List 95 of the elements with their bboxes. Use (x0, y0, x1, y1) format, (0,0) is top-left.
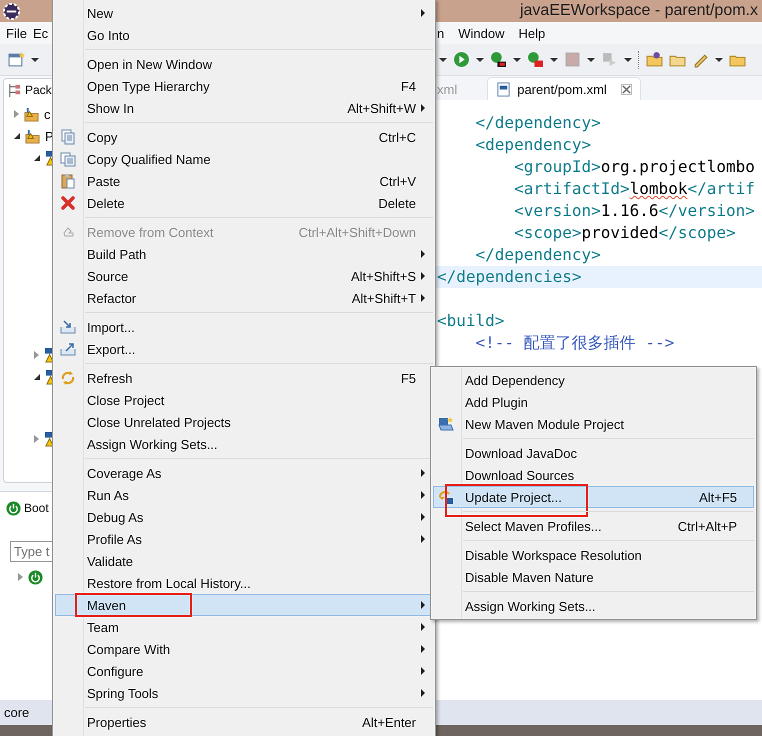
panel-title[interactable]: Boot (24, 501, 49, 515)
menu-item[interactable]: Delete Delete (55, 192, 433, 214)
panel-title[interactable]: Pack (25, 83, 52, 97)
menu-item[interactable]: Export... (55, 338, 433, 360)
export-icon (60, 341, 76, 357)
menu-item[interactable]: Add Plugin (433, 391, 754, 413)
code-line: <build> (436, 310, 506, 332)
maven-module-icon (438, 416, 454, 432)
import-icon (60, 319, 76, 335)
tree-item[interactable]: c (44, 106, 50, 122)
dropdown-caret-icon[interactable] (715, 58, 723, 62)
copy-icon (60, 129, 76, 145)
menu-item[interactable]: Close Project (55, 389, 433, 411)
menu-item[interactable]: Properties Alt+Enter (55, 711, 433, 733)
menu-item[interactable]: Assign Working Sets... (433, 595, 754, 617)
run-tool-icon[interactable] (527, 51, 544, 68)
project-icon[interactable] (24, 106, 39, 122)
menu-item[interactable]: Assign Working Sets... (55, 433, 433, 455)
menu-item[interactable]: Copy Ctrl+C (55, 126, 433, 148)
editor-tab[interactable]: parent/pom.xml (487, 77, 641, 100)
menu-item[interactable]: Select Maven Profiles... Ctrl+Alt+P (433, 515, 754, 537)
dropdown-caret-icon[interactable] (624, 58, 632, 62)
menu-item[interactable]: Disable Maven Nature (433, 566, 754, 588)
dropdown-caret-icon[interactable] (31, 58, 39, 62)
window-title: javaEEWorkspace - parent/pom.x (520, 2, 758, 20)
menu-item[interactable]: Validate (55, 550, 433, 572)
menu-item[interactable]: Go Into (55, 24, 433, 46)
expand-toggle-icon[interactable] (14, 110, 19, 118)
expand-toggle-icon[interactable] (34, 155, 40, 161)
menu-bar-item[interactable]: Ec (32, 26, 48, 40)
code-line: <dependency> (474, 134, 592, 156)
menu-item[interactable]: Coverage As (55, 462, 433, 484)
status-text: core (4, 705, 30, 720)
menu-item[interactable]: Paste Ctrl+V (55, 170, 433, 192)
menu-item[interactable]: Import... (55, 316, 433, 338)
menu-bar-item[interactable]: n (437, 26, 444, 40)
menu-bar-item[interactable]: Window (458, 26, 504, 40)
dropdown-caret-icon[interactable] (587, 58, 595, 62)
menu-item[interactable]: Disable Workspace Resolution (433, 544, 754, 566)
menu-item[interactable]: Restore from Local History... (55, 572, 433, 594)
expand-toggle-icon[interactable] (34, 374, 40, 380)
menu-item[interactable]: Open Type Hierarchy F4 (55, 75, 433, 97)
code-line: <artifactId>lombok</artif (513, 178, 756, 200)
menu-item[interactable]: Close Unrelated Projects (55, 411, 433, 433)
code-line: </dependency> (474, 112, 602, 134)
delete-icon (60, 195, 76, 211)
menu-item[interactable]: Download JavaDoc (433, 442, 754, 464)
dropdown-caret-icon[interactable] (476, 58, 484, 62)
folder-icon[interactable] (646, 51, 663, 68)
expand-toggle-icon[interactable] (34, 435, 39, 443)
package-icon (7, 82, 22, 98)
menu-item[interactable]: Build Path (55, 243, 433, 265)
refresh-icon (60, 370, 76, 386)
code-line: <groupId>org.projectlombo (513, 156, 756, 178)
menu-item[interactable]: Compare With (55, 638, 433, 660)
code-line: <version>1.16.6</version> (513, 200, 756, 222)
run-icon[interactable] (453, 51, 470, 68)
clipboard-icon (60, 173, 76, 189)
menu-item[interactable]: Debug As (55, 506, 433, 528)
close-icon[interactable] (620, 84, 632, 94)
dropdown-caret-icon[interactable] (550, 58, 558, 62)
menu-item[interactable]: New (55, 2, 433, 24)
code-line: </dependency> (474, 244, 602, 266)
file-icon (496, 82, 512, 96)
menu-item[interactable]: Add Dependency (433, 369, 754, 391)
power-icon (6, 500, 21, 516)
menu-item[interactable]: Spring Tools (55, 682, 433, 704)
menu-item[interactable]: Refactor Alt+Shift+T (55, 287, 433, 309)
run-server-icon[interactable] (490, 51, 507, 68)
update-icon (438, 489, 454, 505)
menu-item[interactable]: Maven (55, 594, 433, 616)
project-icon[interactable] (25, 128, 40, 144)
expand-toggle-icon[interactable] (34, 351, 39, 359)
gear-icon (2, 2, 21, 20)
power-icon[interactable] (28, 570, 43, 584)
new-file-icon[interactable] (8, 51, 25, 68)
menu-item[interactable]: Show In Alt+Shift+W (55, 97, 433, 119)
menu-bar-item[interactable]: Help (518, 26, 546, 40)
menu-bar-item[interactable]: File (6, 26, 27, 40)
menu-item[interactable]: Copy Qualified Name (55, 148, 433, 170)
code-line: <scope>provided</scope> (513, 222, 737, 244)
menu-item[interactable]: Source Alt+Shift+S (55, 265, 433, 287)
menu-item[interactable]: Configure (55, 660, 433, 682)
menu-item[interactable]: New Maven Module Project (433, 413, 754, 435)
menu-item[interactable]: Run As (55, 484, 433, 506)
menu-item[interactable]: Update Project... Alt+F5 (433, 486, 754, 508)
copy-icon (60, 151, 76, 167)
menu-item[interactable]: Download Sources (433, 464, 754, 486)
dropdown-caret-icon[interactable] (513, 58, 521, 62)
menu-item[interactable]: Open in New Window (55, 53, 433, 75)
expand-toggle-icon[interactable] (18, 573, 23, 581)
menu-item[interactable]: Refresh F5 (55, 367, 433, 389)
code-line: <!-- 配置了很多插件 --> (474, 332, 676, 354)
menu-item[interactable]: Profile As (55, 528, 433, 550)
menu-item[interactable]: Team (55, 616, 433, 638)
